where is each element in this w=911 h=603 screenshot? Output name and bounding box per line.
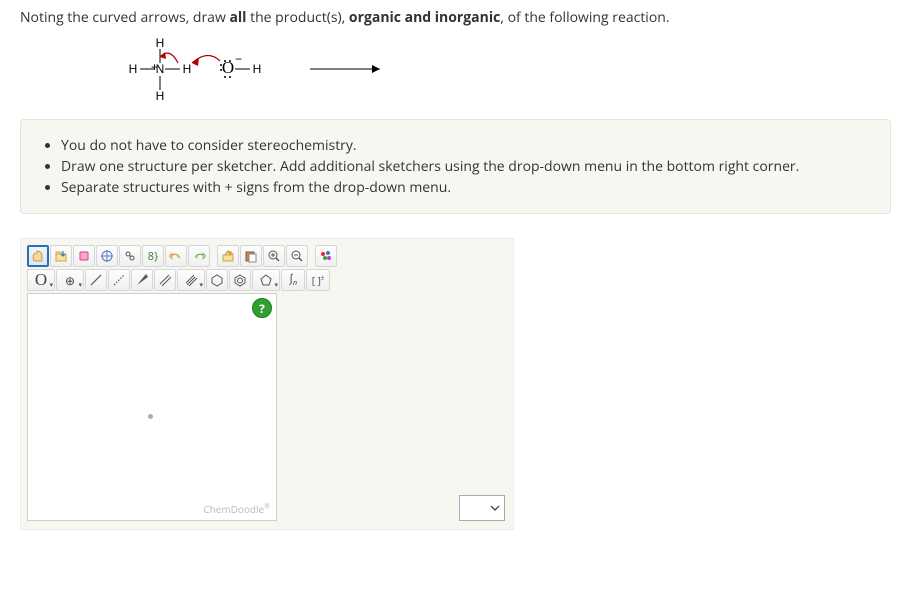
atom-h-top: H <box>156 36 165 50</box>
reaction-diagram: N + H H H H O − H <box>120 33 891 103</box>
benzene-tool[interactable] <box>229 269 251 291</box>
atom-o: O <box>222 58 234 77</box>
single-bond-tool[interactable] <box>85 269 107 291</box>
cut-tool[interactable] <box>217 245 239 267</box>
open-tool[interactable] <box>50 245 72 267</box>
atom-h-right: H <box>183 62 192 76</box>
add-sketcher-dropdown[interactable] <box>459 495 505 521</box>
triple-bond-tool[interactable]: ▾ <box>177 269 205 291</box>
canvas-seed-atom[interactable] <box>148 414 153 419</box>
toolbar-row-2: O▾ ⊕▾ ▾ ▾ ∫n [ ]± <box>27 269 507 291</box>
prompt-bold-all: all <box>229 8 246 27</box>
instruction-box: You do not have to consider stereochemis… <box>20 119 891 214</box>
hint-stereo: You do not have to consider stereochemis… <box>61 136 868 155</box>
prompt-bold-orgin: organic and inorganic <box>349 8 500 27</box>
clean-tool[interactable] <box>119 245 141 267</box>
sn-tool[interactable]: ∫n <box>281 269 305 291</box>
charge-minus: − <box>235 52 242 66</box>
dashed-bond-tool[interactable] <box>108 269 130 291</box>
prompt-pre: Noting the curved arrows, draw <box>20 8 229 27</box>
element-o-tool[interactable]: O▾ <box>27 269 55 291</box>
wedge-bond-tool[interactable] <box>131 269 153 291</box>
chemdoodle-watermark: ChemDoodle® <box>203 502 270 516</box>
drawing-canvas[interactable]: ? ChemDoodle® <box>27 293 277 521</box>
hint-one-structure: Draw one structure per sketcher. Add add… <box>61 157 868 176</box>
question-prompt: Noting the curved arrows, draw all the p… <box>20 8 891 27</box>
prompt-mid: the product(s), <box>246 8 348 27</box>
lasso-tool[interactable]: 8} <box>142 245 164 267</box>
chevron-down-icon <box>490 503 500 513</box>
atom-h-left: H <box>129 62 138 76</box>
charge-tool[interactable]: ⊕▾ <box>56 269 84 291</box>
eraser-tool[interactable] <box>73 245 95 267</box>
color-tool[interactable] <box>315 245 337 267</box>
toolbar-row-1: 8} <box>27 245 507 267</box>
zoom-out-tool[interactable] <box>286 245 308 267</box>
brackets-tool[interactable]: [ ]± <box>306 269 330 291</box>
redo-tool[interactable] <box>188 245 210 267</box>
ring-tool[interactable]: ▾ <box>252 269 280 291</box>
cyclohexane-tool[interactable] <box>206 269 228 291</box>
paste-tool[interactable] <box>240 245 262 267</box>
atom-oh-h: H <box>253 62 262 76</box>
double-bond-tool[interactable] <box>154 269 176 291</box>
zoom-in-tool[interactable] <box>263 245 285 267</box>
center-tool[interactable] <box>96 245 118 267</box>
undo-tool[interactable] <box>165 245 187 267</box>
move-tool[interactable] <box>27 245 49 267</box>
sketcher-panel: 8} O▾ ⊕▾ ▾ ▾ ∫n [ ]± ? ChemDoodle® <box>20 238 514 530</box>
prompt-post: , of the following reaction. <box>500 8 669 27</box>
charge-plus: + <box>151 60 158 74</box>
hint-plus-sign: Separate structures with + signs from th… <box>61 178 868 197</box>
atom-h-bottom: H <box>156 89 165 103</box>
help-button[interactable]: ? <box>252 298 272 318</box>
